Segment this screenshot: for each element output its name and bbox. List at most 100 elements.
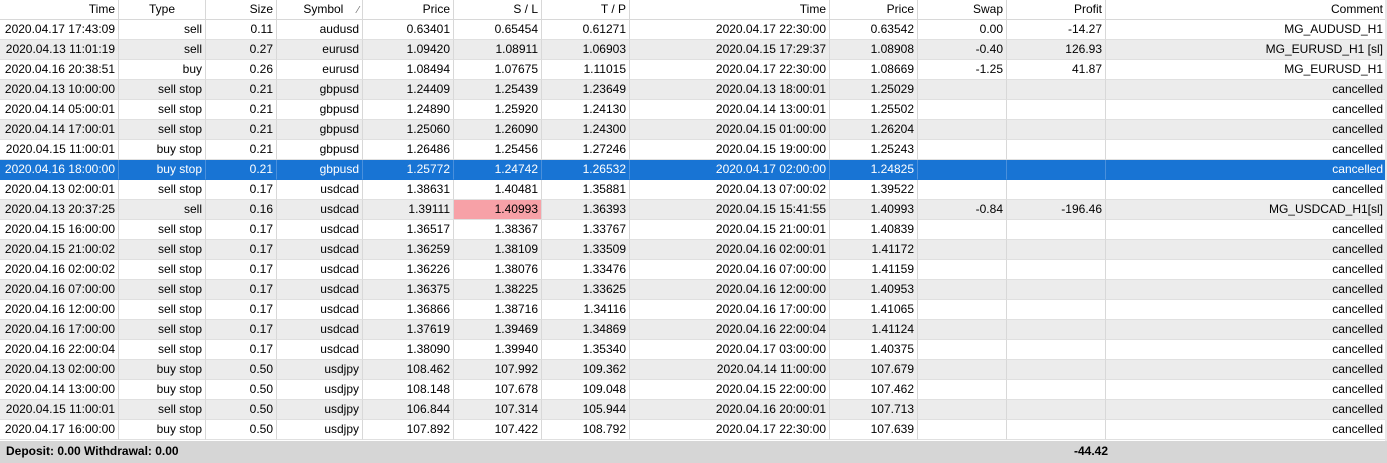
- cell-swap: [918, 260, 1007, 280]
- trade-history-table: Time Type Size Symbol ⁄ Price S / L T / P Time Pr…: [0, 0, 1387, 463]
- cell-symbol: usdcad: [277, 240, 363, 260]
- cell-t-p: 1.34116: [542, 300, 630, 320]
- column-header-symbol[interactable]: Symbol ⁄: [277, 0, 363, 19]
- table-row[interactable]: 2020.04.13 11:01:19 sell 0.27 eurusd 1.09420…: [0, 40, 1387, 60]
- table-row[interactable]: 2020.04.13 02:00:00 buy stop 0.50 usdjpy 108…: [0, 360, 1387, 380]
- cell-swap: [918, 80, 1007, 100]
- table-row[interactable]: 2020.04.14 05:00:01 sell stop 0.21 gbpusd 1.…: [0, 100, 1387, 120]
- cell-s-l: 1.38225: [454, 280, 542, 300]
- table-row[interactable]: 2020.04.15 11:00:01 buy stop 0.21 gbpusd 1.2…: [0, 140, 1387, 160]
- table-row[interactable]: 2020.04.16 07:00:00 sell stop 0.17 usdcad 1.…: [0, 280, 1387, 300]
- cell-time: 2020.04.15 11:00:01: [0, 400, 119, 420]
- cell-price: 1.36866: [363, 300, 454, 320]
- cell-t-p: 1.35881: [542, 180, 630, 200]
- table-row[interactable]: 2020.04.17 16:00:00 buy stop 0.50 usdjpy 107…: [0, 420, 1387, 440]
- cell-s-l: 1.25439: [454, 80, 542, 100]
- cell-swap: [918, 120, 1007, 140]
- column-header-s-l[interactable]: S / L: [454, 0, 542, 19]
- cell-comment: cancelled: [1106, 160, 1387, 180]
- cell-profit: [1007, 240, 1106, 260]
- column-header-time[interactable]: Time: [0, 0, 119, 19]
- cell-symbol: usdjpy: [277, 420, 363, 440]
- cell-time: 2020.04.15 17:29:37: [630, 40, 830, 60]
- cell-swap: [918, 320, 1007, 340]
- column-header-profit[interactable]: Profit: [1007, 0, 1106, 19]
- cell-price: 1.40993: [830, 200, 918, 220]
- cell-comment: cancelled: [1106, 360, 1387, 380]
- cell-time: 2020.04.16 22:00:04: [630, 320, 830, 340]
- cell-size: 0.16: [206, 200, 277, 220]
- cell-symbol: eurusd: [277, 60, 363, 80]
- cell-time: 2020.04.16 07:00:00: [0, 280, 119, 300]
- cell-t-p: 1.33625: [542, 280, 630, 300]
- table-row[interactable]: 2020.04.13 02:00:01 sell stop 0.17 usdcad 1.…: [0, 180, 1387, 200]
- table-header: Time Type Size Symbol ⁄ Price S / L T / P Time Pr…: [0, 0, 1387, 20]
- cell-symbol: gbpusd: [277, 100, 363, 120]
- table-row[interactable]: 2020.04.15 11:00:01 sell stop 0.50 usdjpy 10…: [0, 400, 1387, 420]
- cell-size: 0.27: [206, 40, 277, 60]
- cell-swap: [918, 240, 1007, 260]
- table-row[interactable]: 2020.04.17 17:43:09 sell 0.11 audusd 0.63401…: [0, 20, 1387, 40]
- cell-size: 0.26: [206, 60, 277, 80]
- cell-t-p: 1.33767: [542, 220, 630, 240]
- cell-time: 2020.04.17 03:00:00: [630, 340, 830, 360]
- cell-type: sell stop: [119, 180, 206, 200]
- column-header-price[interactable]: Price: [830, 0, 918, 19]
- cell-type: sell: [119, 40, 206, 60]
- table-row[interactable]: 2020.04.14 17:00:01 sell stop 0.21 gbpusd 1.…: [0, 120, 1387, 140]
- cell-price: 107.639: [830, 420, 918, 440]
- table-row[interactable]: 2020.04.16 17:00:00 sell stop 0.17 usdcad 1.…: [0, 320, 1387, 340]
- column-header-label: S / L: [513, 2, 538, 16]
- cell-swap: [918, 360, 1007, 380]
- table-row[interactable]: 2020.04.16 02:00:02 sell stop 0.17 usdcad 1.…: [0, 260, 1387, 280]
- table-row[interactable]: 2020.04.13 20:37:25 sell 0.16 usdcad 1.39111…: [0, 200, 1387, 220]
- table-row[interactable]: 2020.04.16 22:00:04 sell stop 0.17 usdcad 1.…: [0, 340, 1387, 360]
- table-row[interactable]: 2020.04.15 16:00:00 sell stop 0.17 usdcad 1.…: [0, 220, 1387, 240]
- cell-size: 0.21: [206, 100, 277, 120]
- cell-size: 0.17: [206, 220, 277, 240]
- cell-profit: -14.27: [1007, 20, 1106, 40]
- column-header-comment[interactable]: Comment: [1106, 0, 1387, 19]
- cell-price: 1.08908: [830, 40, 918, 60]
- cell-s-l: 1.39469: [454, 320, 542, 340]
- column-header-swap[interactable]: Swap: [918, 0, 1007, 19]
- cell-t-p: 1.11015: [542, 60, 630, 80]
- cell-comment: cancelled: [1106, 120, 1387, 140]
- cell-size: 0.21: [206, 120, 277, 140]
- column-header-type[interactable]: Type: [119, 0, 206, 19]
- cell-t-p: 105.944: [542, 400, 630, 420]
- cell-comment: cancelled: [1106, 320, 1387, 340]
- table-row[interactable]: 2020.04.14 13:00:00 buy stop 0.50 usdjpy 108…: [0, 380, 1387, 400]
- column-header-time[interactable]: Time: [630, 0, 830, 19]
- cell-type: sell stop: [119, 260, 206, 280]
- column-header-t-p[interactable]: T / P: [542, 0, 630, 19]
- cell-price: 1.24890: [363, 100, 454, 120]
- cell-symbol: gbpusd: [277, 160, 363, 180]
- cell-swap: [918, 380, 1007, 400]
- cell-time: 2020.04.16 20:00:01: [630, 400, 830, 420]
- cell-s-l: 107.678: [454, 380, 542, 400]
- cell-symbol: gbpusd: [277, 80, 363, 100]
- table-row[interactable]: 2020.04.16 12:00:00 sell stop 0.17 usdcad 1.…: [0, 300, 1387, 320]
- column-header-size[interactable]: Size: [206, 0, 277, 19]
- cell-profit: [1007, 320, 1106, 340]
- cell-price: 1.36375: [363, 280, 454, 300]
- table-row[interactable]: 2020.04.13 10:00:00 sell stop 0.21 gbpusd 1.…: [0, 80, 1387, 100]
- cell-time: 2020.04.13 18:00:01: [630, 80, 830, 100]
- cell-swap: [918, 220, 1007, 240]
- cell-type: buy: [119, 60, 206, 80]
- cell-time: 2020.04.15 21:00:02: [0, 240, 119, 260]
- cell-symbol: eurusd: [277, 40, 363, 60]
- table-row[interactable]: 2020.04.15 21:00:02 sell stop 0.17 usdcad 1.…: [0, 240, 1387, 260]
- cell-profit: [1007, 140, 1106, 160]
- cell-size: 0.50: [206, 420, 277, 440]
- column-header-price[interactable]: Price: [363, 0, 454, 19]
- cell-swap: [918, 140, 1007, 160]
- cell-time: 2020.04.16 07:00:00: [630, 260, 830, 280]
- cell-time: 2020.04.13 20:37:25: [0, 200, 119, 220]
- cell-swap: -0.84: [918, 200, 1007, 220]
- cell-t-p: 109.048: [542, 380, 630, 400]
- table-row[interactable]: 2020.04.16 20:38:51 buy 0.26 eurusd 1.08494 1…: [0, 60, 1387, 80]
- table-row[interactable]: 2020.04.16 18:00:00 buy stop 0.21 gbpusd 1.2…: [0, 160, 1387, 180]
- cell-type: sell stop: [119, 100, 206, 120]
